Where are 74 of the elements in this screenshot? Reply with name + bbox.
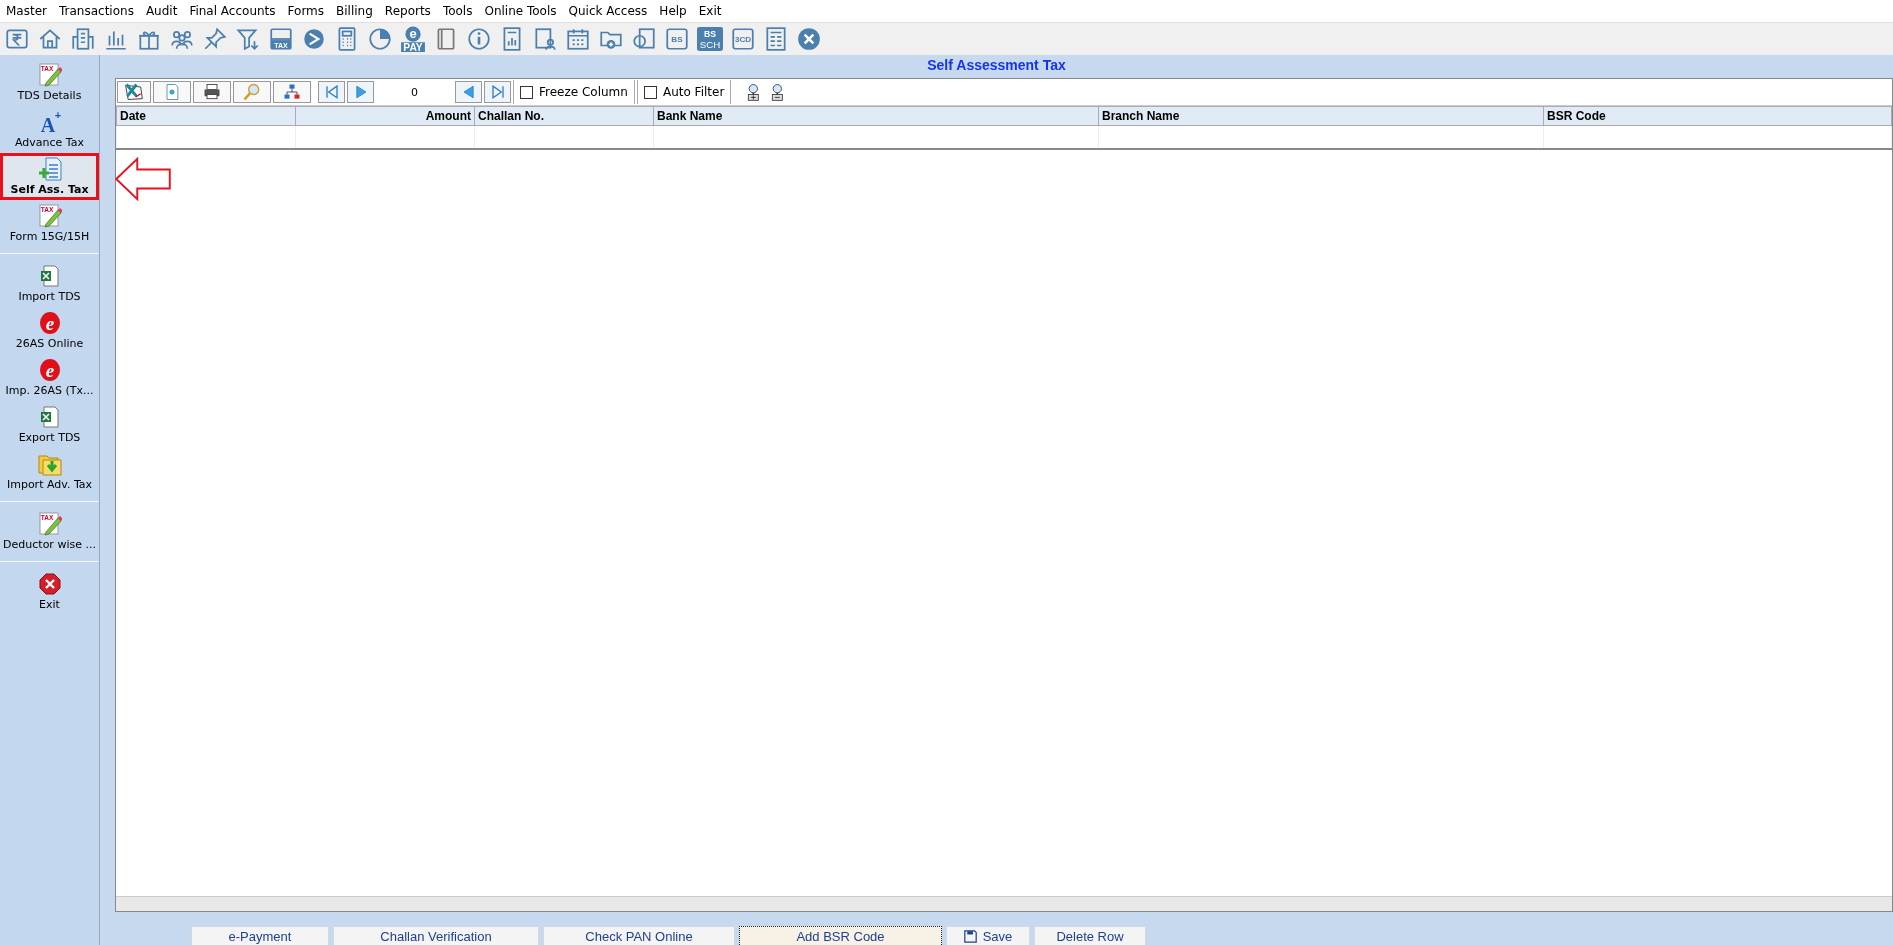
menu-item[interactable]: Final Accounts: [189, 4, 284, 18]
sidebar-item[interactable]: A+ Advance Tax: [0, 106, 99, 153]
menu-item[interactable]: Billing: [336, 4, 381, 18]
action-button[interactable]: Add BSR Code: [739, 926, 942, 945]
document-plus-icon: [37, 157, 62, 181]
column-header[interactable]: Date: [116, 106, 296, 126]
table-cell[interactable]: [474, 125, 654, 149]
table-cell[interactable]: [653, 125, 1099, 149]
stop-icon: [37, 572, 62, 596]
sidebar-item[interactable]: Import TDS: [0, 260, 99, 307]
sidebar-item[interactable]: e 26AS Online: [0, 307, 99, 354]
column-header[interactable]: Bank Name: [653, 106, 1099, 126]
table-cell[interactable]: [295, 125, 475, 149]
menu-item[interactable]: Audit: [145, 4, 186, 18]
e-logo-icon: e: [37, 311, 62, 335]
menu-item[interactable]: Tools: [442, 4, 481, 18]
sidebar-item[interactable]: e Imp. 26AS (Tx...: [0, 354, 99, 401]
pin-icon[interactable]: [202, 26, 228, 52]
record-counter: 0: [410, 85, 419, 99]
hierarchy-button[interactable]: [273, 81, 311, 103]
menu-item[interactable]: Exit: [698, 4, 730, 18]
printer-icon: [202, 82, 222, 102]
filter-icon[interactable]: [235, 26, 261, 52]
sidebar-item[interactable]: Import Adv. Tax: [0, 448, 99, 495]
checkbox[interactable]: [520, 85, 533, 99]
window-icon[interactable]: [631, 26, 657, 52]
e-logo-icon: e: [37, 358, 62, 382]
print-button[interactable]: [193, 81, 231, 103]
action-button[interactable]: Delete Row: [1034, 926, 1146, 945]
info-icon[interactable]: [466, 26, 492, 52]
menu-item[interactable]: Online Tools: [484, 4, 565, 18]
menu-item[interactable]: Help: [659, 4, 695, 18]
next-record-button[interactable]: [347, 81, 374, 103]
action-button[interactable]: e-Payment: [191, 926, 329, 945]
action-button[interactable]: Check PAN Online: [543, 926, 735, 945]
menu-item[interactable]: Master: [6, 4, 55, 18]
first-record-button[interactable]: [318, 81, 345, 103]
sidebar-item[interactable]: Export TDS: [0, 401, 99, 448]
table-cell[interactable]: [116, 125, 296, 149]
save-button[interactable]: Save: [946, 926, 1030, 945]
column-header[interactable]: Branch Name: [1098, 106, 1544, 126]
rupee-document-icon[interactable]: [4, 26, 30, 52]
menu-item[interactable]: Forms: [287, 4, 333, 18]
search-icon: [242, 82, 262, 102]
calendar-icon[interactable]: [565, 26, 591, 52]
menu-item[interactable]: Transactions: [59, 4, 142, 18]
badge-icon[interactable]: BS SCH: [697, 26, 723, 52]
export-excel-button[interactable]: [117, 81, 151, 103]
table-cell[interactable]: [1543, 125, 1892, 149]
building-icon[interactable]: [70, 26, 96, 52]
form-title: Self Assessment Tax: [926, 56, 1067, 75]
checkbox-label[interactable]: Freeze Column: [539, 85, 628, 99]
excel-x-icon: [124, 82, 144, 102]
menu-item[interactable]: Reports: [384, 4, 439, 18]
action-button[interactable]: Challan Verification: [333, 926, 539, 945]
letter-a-plus-icon: A+: [37, 110, 62, 134]
table-cell[interactable]: [1098, 125, 1544, 149]
column-header[interactable]: Challan No.: [474, 106, 654, 126]
previous-record-button[interactable]: [455, 81, 482, 103]
column-header[interactable]: BSR Code: [1543, 106, 1892, 126]
sidebar-item[interactable]: Self Ass. Tax: [0, 153, 99, 200]
checkbox[interactable]: [643, 85, 657, 99]
horizontal-scrollbar[interactable]: [116, 896, 1892, 911]
user-document-icon[interactable]: [532, 26, 558, 52]
pie-chart-icon[interactable]: [367, 26, 393, 52]
spreadsheet-icon[interactable]: [763, 26, 789, 52]
folder-arrow-icon: [37, 452, 62, 476]
checkbox-label[interactable]: Auto Filter: [662, 85, 725, 99]
column-header[interactable]: Amount: [295, 106, 475, 126]
close-icon[interactable]: [796, 26, 822, 52]
sidebar-item[interactable]: Exit: [0, 568, 99, 615]
menu-item[interactable]: Quick Access: [568, 4, 656, 18]
hierarchy-icon: [282, 82, 302, 102]
last-record-button[interactable]: [484, 81, 511, 103]
